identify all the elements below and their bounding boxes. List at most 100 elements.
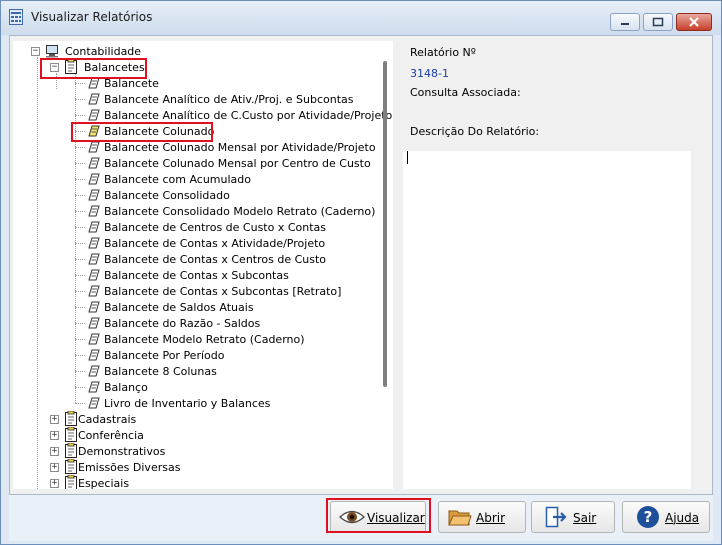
report-item-label: Balancete Analítico de C.Custo por Ativi…: [104, 109, 393, 122]
report-item[interactable]: Balancete Consolidado: [75, 187, 375, 203]
expand-icon[interactable]: +: [50, 463, 59, 472]
svg-text:?: ?: [644, 508, 653, 526]
tree-line: [75, 355, 85, 356]
tree-line: [75, 83, 85, 84]
window-title: Visualizar Relatórios: [31, 10, 153, 24]
report-viewer-window: Visualizar Relatórios − Contabilidade −: [0, 0, 722, 545]
tree-node-root[interactable]: − Contabilidade: [31, 43, 371, 59]
tree-line: [75, 243, 85, 244]
report-item-label: Balancete do Razão - Saldos: [104, 317, 261, 330]
maximize-button[interactable]: [643, 13, 673, 31]
expand-icon[interactable]: +: [50, 479, 59, 488]
tree-line: [75, 307, 85, 308]
report-item[interactable]: Balancete com Acumulado: [75, 171, 375, 187]
tree-line: [75, 115, 85, 116]
tree-node-group[interactable]: + Conferência: [50, 426, 370, 443]
report-item[interactable]: Balancete de Contas x Centros de Custo: [75, 251, 375, 267]
title-bar: Visualizar Relatórios: [1, 1, 721, 35]
folder-report-icon: [64, 474, 78, 489]
exit-icon: [545, 506, 567, 528]
report-app-icon: [9, 9, 23, 25]
tree-group-label: Conferência: [78, 429, 144, 442]
tree-scrollbar[interactable]: [383, 61, 387, 387]
report-item-label: Balancete de Contas x Atividade/Projeto: [104, 237, 326, 250]
report-item[interactable]: Balanço: [75, 379, 375, 395]
highlight-visualizar: [326, 498, 431, 533]
report-item[interactable]: Balancete Analítico de Ativ./Proj. e Sub…: [75, 91, 375, 107]
ajuda-button[interactable]: ? Ajuda: [622, 501, 710, 533]
tree-group-label: Emissões Diversas: [78, 461, 181, 474]
report-item[interactable]: Balancete de Contas x Atividade/Projeto: [75, 235, 375, 251]
tree-node-group[interactable]: + Cadastrais: [50, 410, 370, 427]
report-item[interactable]: Balancete do Razão - Saldos: [75, 315, 375, 331]
report-item-label: Balanço: [104, 381, 148, 394]
report-item-label: Balancete Consolidado Modelo Retrato (Ca…: [104, 205, 376, 218]
tree-line: [75, 179, 85, 180]
expand-icon[interactable]: +: [50, 447, 59, 456]
report-item-label: Balancete Por Período: [104, 349, 225, 362]
tree-group-label: Cadastrais: [78, 413, 137, 426]
report-item-label: Balancete de Saldos Atuais: [104, 301, 254, 314]
collapse-icon[interactable]: −: [31, 47, 40, 56]
tree-line: [75, 403, 85, 404]
tree-line: [75, 163, 85, 164]
associated-query-label: Consulta Associada:: [410, 86, 521, 99]
tree-node-group[interactable]: + Emissões Diversas: [50, 458, 370, 475]
abrir-button[interactable]: Abrir: [438, 501, 526, 533]
report-item[interactable]: Balancete de Contas x Subcontas: [75, 267, 375, 283]
tree-node-group[interactable]: + Demonstrativos: [50, 442, 370, 459]
tree-line: [75, 99, 85, 100]
minimize-button[interactable]: [610, 13, 640, 31]
report-item-label: Livro de Inventario y Balances: [104, 397, 271, 410]
close-button[interactable]: [676, 13, 712, 31]
report-number-label: Relatório Nº: [410, 46, 476, 59]
tree-line: [75, 339, 85, 340]
description-scrollbar[interactable]: [691, 151, 705, 489]
report-item-label: Balancete de Contas x Subcontas [Retrato…: [104, 285, 342, 298]
report-item-label: Balancete Colunado Mensal por Atividade/…: [104, 141, 376, 154]
report-item[interactable]: Balancete Por Período: [75, 347, 375, 363]
report-item-label: Balancete Analítico de Ativ./Proj. e Sub…: [104, 93, 354, 106]
report-item[interactable]: Balancete de Centros de Custo x Contas: [75, 219, 375, 235]
tree-line: [75, 147, 85, 148]
report-item[interactable]: Balancete Analítico de C.Custo por Ativi…: [75, 107, 392, 123]
text-caret: [407, 151, 408, 164]
tree-node-group[interactable]: + Especiais: [50, 474, 370, 489]
highlight-selected-report: [71, 122, 213, 142]
tree-line: [75, 275, 85, 276]
report-number-value: 3148-1: [410, 67, 449, 80]
close-icon: [689, 17, 699, 27]
report-item-label: Balancete 8 Colunas: [104, 365, 217, 378]
report-item[interactable]: Balancete de Contas x Subcontas [Retrato…: [75, 283, 375, 299]
expand-icon[interactable]: +: [50, 415, 59, 424]
description-textarea[interactable]: [403, 151, 691, 489]
report-item-label: Balancete de Contas x Centros de Custo: [104, 253, 327, 266]
minimize-icon: [621, 23, 629, 25]
report-tree[interactable]: − Contabilidade − Balancetes Balancete Ba…: [13, 41, 393, 489]
tree-line: [75, 371, 85, 372]
sair-button[interactable]: Sair: [531, 501, 615, 533]
report-item[interactable]: Balancete Colunado Mensal por Centro de …: [75, 155, 375, 171]
tree-line: [75, 195, 85, 196]
tree-line: [75, 291, 85, 292]
report-item[interactable]: Balancete Consolidado Modelo Retrato (Ca…: [75, 203, 375, 219]
tree-line: [75, 259, 85, 260]
tree-line: [75, 227, 85, 228]
report-item-label: Balancete Colunado Mensal por Centro de …: [104, 157, 371, 170]
report-item[interactable]: Balancete Modelo Retrato (Caderno): [75, 331, 375, 347]
report-item[interactable]: Balancete de Saldos Atuais: [75, 299, 375, 315]
expand-icon[interactable]: +: [50, 431, 59, 440]
tree-line: [75, 387, 85, 388]
report-item-label: Balancete de Contas x Subcontas: [104, 269, 289, 282]
folder-icon: [448, 510, 472, 526]
tree-line: [37, 57, 38, 489]
report-item-label: Balancete Modelo Retrato (Caderno): [104, 333, 305, 346]
report-item-label: Balancete com Acumulado: [104, 173, 251, 186]
report-item-label: Balancete de Centros de Custo x Contas: [104, 221, 327, 234]
tree-line: [75, 323, 85, 324]
tree-group-label: Demonstrativos: [78, 445, 166, 458]
report-item[interactable]: Livro de Inventario y Balances: [75, 395, 375, 411]
tree-line: [75, 211, 85, 212]
tree-group-label: Especiais: [78, 477, 130, 489]
report-item[interactable]: Balancete 8 Colunas: [75, 363, 375, 379]
